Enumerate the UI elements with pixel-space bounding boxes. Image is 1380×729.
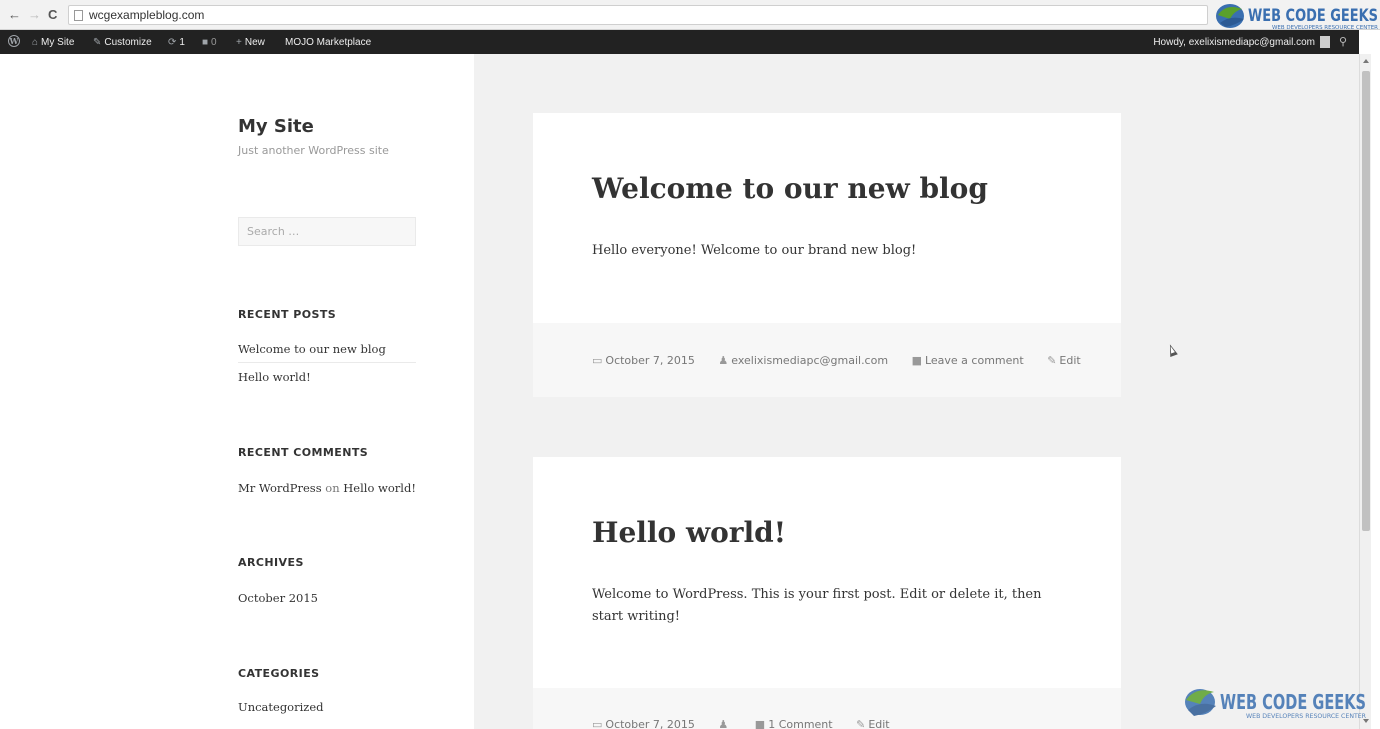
comment-icon: ■ bbox=[202, 37, 209, 48]
site-title[interactable]: My Site bbox=[238, 116, 314, 137]
post-title[interactable]: Hello world! bbox=[592, 516, 786, 549]
admin-bar-comments[interactable]: ■ 0 bbox=[202, 37, 217, 48]
customize-label: Customize bbox=[104, 37, 152, 48]
browser-window: ← → C wcgexampleblog.com WEB CODE GEEKS … bbox=[0, 0, 1380, 729]
web-code-geeks-logo: WEB CODE GEEKS WEB DEVELOPERS RESOURCE C… bbox=[1216, 4, 1379, 31]
svg-text:W: W bbox=[9, 36, 20, 46]
widget-title-categories: CATEGORIES bbox=[238, 667, 320, 680]
forward-arrow-icon[interactable]: → bbox=[28, 8, 41, 22]
admin-bar-customize[interactable]: ✎ Customize bbox=[93, 37, 152, 48]
post-meta: ▭ October 7, 2015 ♟ exelixismediapc@gmail.… bbox=[592, 354, 1101, 367]
plus-icon: + bbox=[236, 37, 242, 48]
post-comments-link[interactable]: ■ 1 Comment bbox=[755, 718, 843, 729]
admin-bar-my-site[interactable]: ⌂ My Site bbox=[32, 37, 74, 48]
post-date[interactable]: ▭ October 7, 2015 bbox=[592, 354, 705, 367]
calendar-icon: ▭ bbox=[592, 718, 603, 729]
post-excerpt: Welcome to WordPress. This is your first… bbox=[592, 587, 1042, 624]
vertical-scrollbar[interactable] bbox=[1359, 54, 1371, 729]
widget-title-recent-posts: RECENT POSTS bbox=[238, 308, 337, 321]
web-code-geeks-watermark: WEB CODE GEEKS WEB DEVELOPERS RESOURCE C… bbox=[1185, 689, 1366, 720]
new-label: New bbox=[244, 37, 265, 48]
post-date[interactable]: ▭ October 7, 2015 bbox=[592, 718, 705, 729]
category-link[interactable]: Uncategorized bbox=[238, 700, 324, 714]
page-icon bbox=[74, 10, 83, 21]
dashboard-icon: ⌂ bbox=[32, 37, 39, 48]
user-icon: ♟ bbox=[718, 718, 729, 729]
scroll-up-arrow-icon[interactable] bbox=[1363, 59, 1369, 63]
address-bar[interactable]: wcgexampleblog.com bbox=[68, 5, 1208, 25]
svg-text:WEB CODE GEEKS: WEB CODE GEEKS bbox=[1248, 6, 1378, 26]
admin-bar-marketplace[interactable]: MOJO Marketplace bbox=[285, 37, 371, 48]
post-excerpt: Hello everyone! Welcome to our brand new… bbox=[592, 243, 917, 258]
post-card bbox=[533, 113, 1121, 323]
search-input[interactable]: Search … bbox=[238, 217, 416, 246]
divider bbox=[238, 362, 416, 363]
post-meta: ▭ October 7, 2015 ♟ ■ 1 Comment ✎ Edit bbox=[592, 718, 910, 729]
back-arrow-icon[interactable]: ← bbox=[8, 8, 21, 22]
admin-bar-updates[interactable]: ⟳ 1 bbox=[168, 37, 185, 48]
site-description: Just another WordPress site bbox=[238, 144, 389, 157]
admin-bar-account[interactable]: Howdy, exelixismediapc@gmail.com bbox=[1153, 37, 1315, 48]
comment-on-text: on bbox=[325, 481, 340, 495]
reload-icon[interactable]: C bbox=[48, 8, 57, 22]
post-author[interactable]: ♟ exelixismediapc@gmail.com bbox=[718, 354, 898, 367]
comment-icon: ■ bbox=[911, 354, 922, 367]
widget-title-recent-comments: RECENT COMMENTS bbox=[238, 446, 369, 459]
pencil-icon: ✎ bbox=[856, 718, 866, 729]
scrollbar-thumb[interactable] bbox=[1362, 71, 1370, 531]
browser-toolbar: ← → C wcgexampleblog.com bbox=[0, 0, 1380, 30]
brush-icon: ✎ bbox=[93, 37, 102, 48]
wp-admin-bar: W ⌂ My Site ✎ Customize ⟳ 1 ■ 0 + New MOJO Ma… bbox=[0, 30, 1359, 54]
archive-link[interactable]: October 2015 bbox=[238, 591, 318, 605]
wordpress-logo-icon[interactable]: W bbox=[8, 35, 20, 50]
comment-author-link[interactable]: Mr WordPress bbox=[238, 481, 322, 495]
my-site-label: My Site bbox=[41, 37, 75, 48]
post-edit-link[interactable]: ✎ Edit bbox=[1047, 354, 1091, 367]
comment-post-link[interactable]: Hello world! bbox=[343, 481, 416, 495]
svg-text:WEB DEVELOPERS RESOURCE CENTER: WEB DEVELOPERS RESOURCE CENTER bbox=[1246, 713, 1366, 720]
post-comments-link[interactable]: ■ Leave a comment bbox=[912, 354, 1034, 367]
updates-icon: ⟳ bbox=[168, 37, 177, 48]
post-edit-link[interactable]: ✎ Edit bbox=[856, 718, 900, 729]
post-title[interactable]: Welcome to our new blog bbox=[592, 172, 988, 205]
admin-bar-new[interactable]: + New bbox=[236, 37, 265, 48]
search-icon[interactable]: ⚲ bbox=[1339, 35, 1347, 48]
svg-text:WEB CODE GEEKS: WEB CODE GEEKS bbox=[1220, 690, 1366, 714]
widget-title-archives: ARCHIVES bbox=[238, 556, 304, 569]
avatar[interactable] bbox=[1320, 36, 1330, 48]
pencil-icon: ✎ bbox=[1047, 354, 1057, 367]
sidebar-area bbox=[0, 54, 474, 729]
post-author[interactable]: ♟ bbox=[718, 718, 741, 729]
user-icon: ♟ bbox=[718, 354, 729, 367]
post-card bbox=[533, 457, 1121, 688]
calendar-icon: ▭ bbox=[592, 354, 603, 367]
recent-post-link[interactable]: Hello world! bbox=[238, 370, 311, 384]
updates-count: 1 bbox=[179, 37, 185, 48]
recent-comment-item: Mr WordPress on Hello world! bbox=[238, 481, 416, 495]
comments-count: 0 bbox=[211, 37, 217, 48]
recent-post-link[interactable]: Welcome to our new blog bbox=[238, 342, 386, 356]
comment-icon: ■ bbox=[754, 718, 766, 729]
url-text: wcgexampleblog.com bbox=[89, 8, 205, 22]
